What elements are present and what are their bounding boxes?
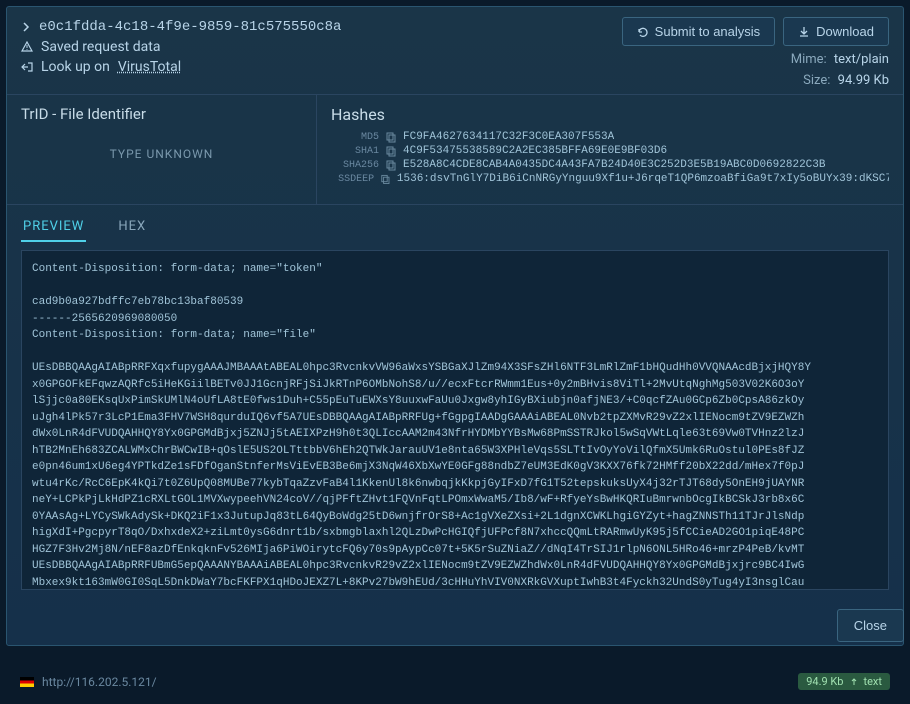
lookup-prefix: Look up on: [41, 59, 110, 75]
copy-icon[interactable]: [385, 131, 397, 143]
saved-label: Saved request data: [41, 39, 160, 55]
up-arrow-icon: [850, 678, 858, 686]
size-row: Size: 94.99 Kb: [803, 73, 889, 88]
hash-value: 1536:dsvTnGlY7DiB6iCnNRGyYnguu9Xf1u+J6rq…: [397, 173, 889, 185]
download-button[interactable]: Download: [783, 17, 889, 46]
hash-row: SHA1 4C9F53475538589C2A2EC385BFFA69E0E9BF…: [331, 144, 889, 158]
action-buttons: Submit to analysis Download: [622, 17, 889, 46]
lookup-line[interactable]: Look up on VirusTotal: [21, 57, 622, 77]
bg-size: 94.9 Kb: [806, 675, 843, 688]
hash-value: FC9FA4627634117C32F3C0EA307F553A: [403, 131, 614, 143]
download-icon: [798, 26, 810, 38]
flag-icon: [20, 677, 34, 687]
copy-icon[interactable]: [385, 159, 397, 171]
top-bar: e0c1fdda-4c18-4f9e-9859-81c575550c8a Sav…: [7, 7, 903, 95]
hash-value: 4C9F53475538589C2A2EC385BFFA69E0E9BF03D6: [403, 145, 667, 157]
bg-type: text: [864, 675, 883, 688]
copy-icon[interactable]: [385, 145, 397, 157]
trid-panel: TrID - File Identifier TYPE UNKNOWN: [7, 95, 317, 204]
bg-url[interactable]: http://116.202.5.121/: [42, 675, 157, 689]
hash-value: E528A8C4CDE8CAB4A0435DC4A43FA7B24D40E3C2…: [403, 159, 825, 171]
lookup-icon: [21, 61, 33, 73]
file-hash-value: e0c1fdda-4c18-4f9e-9859-81c575550c8a: [39, 19, 341, 35]
hash-row: SHA256 E528A8C4CDE8CAB4A0435DC4A43FA7B24D…: [331, 158, 889, 172]
submit-label: Submit to analysis: [655, 24, 761, 39]
hashes-panel: Hashes MD5 FC9FA4627634117C32F3C0EA307F55…: [317, 95, 903, 204]
trid-title: TrID - File Identifier: [21, 105, 302, 123]
hashes-title: Hashes: [331, 105, 889, 124]
hash-type: SSDEEP: [331, 174, 374, 185]
size-value: 94.99 Kb: [838, 73, 889, 88]
size-label: Size:: [803, 73, 830, 88]
file-actions-right: Submit to analysis Download Mime: text/p…: [622, 17, 889, 88]
mime-label: Mime:: [791, 52, 827, 67]
size-type-badge: 94.9 Kb text: [798, 673, 890, 690]
warning-icon: [21, 41, 33, 53]
close-button[interactable]: Close: [837, 609, 904, 642]
mime-row: Mime: text/plain: [791, 52, 889, 67]
virustotal-link[interactable]: VirusTotal: [118, 59, 181, 75]
download-label: Download: [816, 24, 874, 39]
tabs: PREVIEW HEX: [7, 205, 903, 242]
submit-analysis-button[interactable]: Submit to analysis: [622, 17, 776, 46]
hash-type: SHA256: [331, 160, 379, 171]
background-row: http://116.202.5.121/ 94.9 Kb text: [20, 673, 890, 690]
hash-table: MD5 FC9FA4627634117C32F3C0EA307F553A SHA1 4…: [331, 130, 889, 186]
file-details-panel: e0c1fdda-4c18-4f9e-9859-81c575550c8a Sav…: [6, 6, 904, 646]
saved-line: Saved request data: [21, 37, 622, 57]
tab-preview[interactable]: PREVIEW: [21, 213, 86, 242]
preview-content: Content-Disposition: form-data; name="to…: [21, 250, 889, 590]
trid-status: TYPE UNKNOWN: [21, 147, 302, 161]
refresh-icon: [637, 26, 649, 38]
chevron-right-icon: [21, 22, 31, 32]
hash-row: SSDEEP 1536:dsvTnGlY7DiB6iCnNRGyYnguu9Xf1…: [331, 172, 889, 186]
mid-section: TrID - File Identifier TYPE UNKNOWN Hash…: [7, 95, 903, 205]
file-hash-line: e0c1fdda-4c18-4f9e-9859-81c575550c8a: [21, 17, 622, 37]
file-info-left: e0c1fdda-4c18-4f9e-9859-81c575550c8a Sav…: [21, 17, 622, 88]
hash-type: SHA1: [331, 146, 379, 157]
copy-icon[interactable]: [380, 173, 391, 185]
mime-value: text/plain: [834, 52, 889, 67]
tab-hex[interactable]: HEX: [116, 213, 148, 242]
hash-type: MD5: [331, 132, 379, 143]
hash-row: MD5 FC9FA4627634117C32F3C0EA307F553A: [331, 130, 889, 144]
